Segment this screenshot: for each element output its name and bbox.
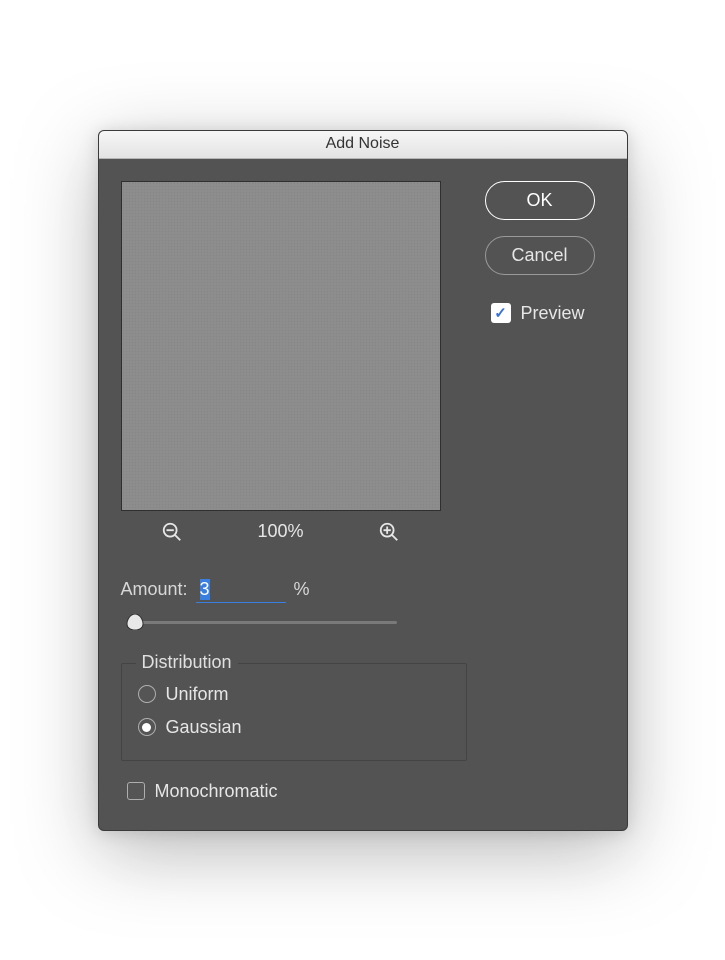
slider-thumb[interactable] — [126, 614, 144, 635]
distribution-group: Distribution Uniform Gaussian — [121, 663, 467, 761]
cancel-button[interactable]: Cancel — [485, 236, 595, 275]
amount-unit: % — [294, 579, 310, 600]
preview-image — [121, 181, 441, 511]
radio-gaussian[interactable]: Gaussian — [138, 711, 450, 744]
radio-label: Uniform — [166, 684, 229, 705]
amount-label: Amount: — [121, 579, 188, 600]
amount-input[interactable] — [196, 577, 286, 603]
dialog-title: Add Noise — [326, 135, 400, 153]
zoom-in-icon[interactable] — [378, 521, 400, 543]
titlebar: Add Noise — [99, 131, 627, 159]
radio-uniform[interactable]: Uniform — [138, 678, 450, 711]
distribution-legend: Distribution — [136, 652, 238, 673]
checkbox-icon — [127, 782, 145, 800]
radio-icon — [138, 685, 156, 703]
preview-checkbox[interactable]: Preview — [491, 297, 605, 330]
zoom-level: 100% — [257, 521, 303, 542]
radio-label: Gaussian — [166, 717, 242, 738]
monochromatic-checkbox[interactable]: Monochromatic — [127, 775, 467, 808]
preview-label: Preview — [521, 303, 585, 324]
ok-button[interactable]: OK — [485, 181, 595, 220]
amount-slider[interactable] — [127, 617, 397, 639]
add-noise-dialog: Add Noise 100% — [98, 130, 628, 831]
zoom-out-icon[interactable] — [161, 521, 183, 543]
checkbox-label: Monochromatic — [155, 781, 278, 802]
radio-icon — [138, 718, 156, 736]
slider-track — [127, 621, 397, 624]
checkbox-icon — [491, 303, 511, 323]
